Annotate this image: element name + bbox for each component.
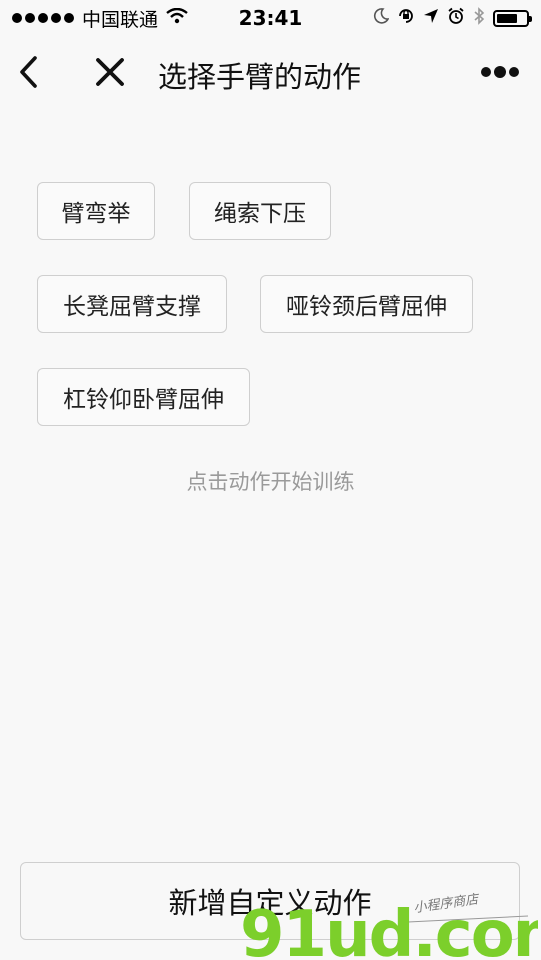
signal-icon: [12, 13, 74, 23]
action-tag[interactable]: 杠铃仰卧臂屈伸: [37, 368, 250, 426]
close-icon: [96, 58, 124, 86]
page-title: 选择手臂的动作: [158, 60, 362, 94]
carrier-name: 中国联通: [82, 8, 159, 31]
moon-icon: [373, 7, 390, 29]
action-tag[interactable]: 哑铃颈后臂屈伸: [260, 275, 473, 333]
orientation-lock-icon: [397, 7, 415, 30]
nav-bar: 选择手臂的动作: [0, 36, 541, 108]
status-time: 23:41: [238, 6, 303, 30]
bluetooth-icon: [473, 6, 485, 30]
more-button[interactable]: [476, 50, 524, 94]
battery-fill: [497, 13, 517, 23]
back-button[interactable]: [10, 50, 46, 94]
more-dots-icon: [481, 66, 519, 78]
chevron-left-icon: [20, 56, 37, 88]
action-tag[interactable]: 长凳屈臂支撑: [37, 275, 227, 333]
action-tag[interactable]: 臂弯举: [37, 182, 155, 240]
battery-icon: [493, 9, 532, 27]
alarm-icon: [447, 7, 465, 30]
wifi-icon: [166, 7, 188, 29]
action-tag[interactable]: 绳索下压: [189, 182, 331, 240]
add-custom-action-button[interactable]: 新增自定义动作: [20, 862, 520, 940]
hint-text: 点击动作开始训练: [186, 470, 355, 494]
status-bar: 中国联通 23:41: [0, 0, 541, 36]
status-right: [373, 6, 532, 30]
location-icon: [423, 7, 439, 29]
status-left: 中国联通: [12, 5, 188, 32]
close-button[interactable]: [88, 50, 132, 94]
